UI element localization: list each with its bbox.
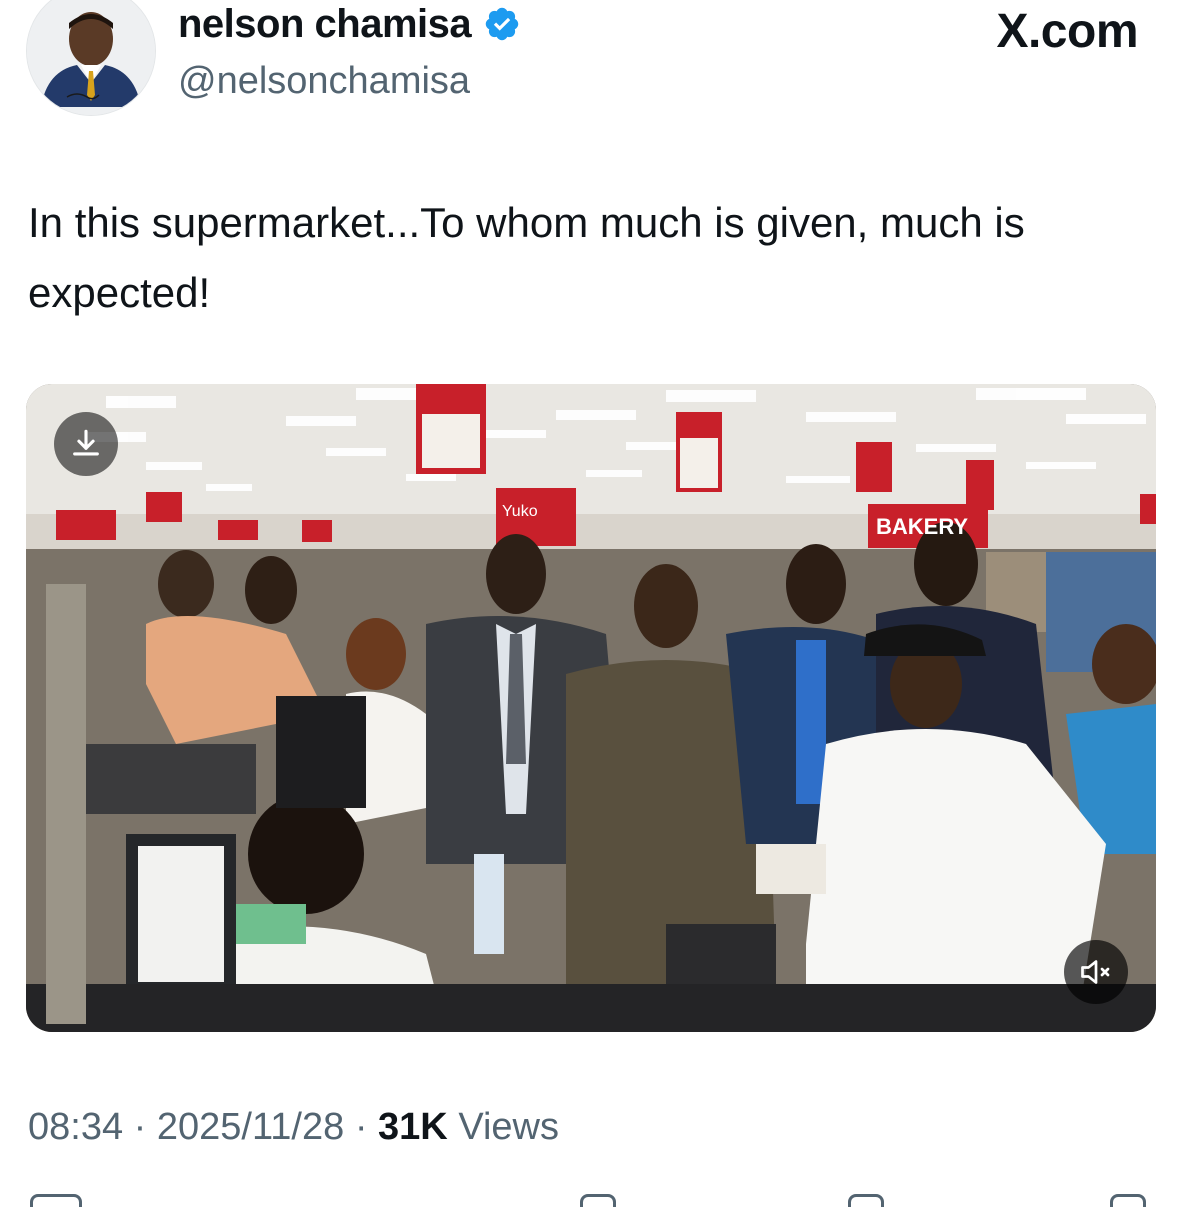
video-player[interactable]: Yuko BAKERY (26, 384, 1156, 1032)
store-sign-yuko: Yuko (502, 503, 538, 520)
verified-badge-icon (483, 5, 521, 43)
bookmark-icon[interactable] (848, 1194, 884, 1207)
speaker-muted-icon (1081, 960, 1110, 984)
like-icon[interactable] (580, 1194, 616, 1207)
author-handle[interactable]: @nelsonchamisa (178, 58, 470, 104)
x-site-label: X.com (996, 5, 1138, 58)
tweet-action-bar (0, 1188, 1182, 1207)
share-icon[interactable] (1110, 1194, 1146, 1207)
author-avatar[interactable] (26, 0, 156, 116)
views-count: 31K (378, 1106, 448, 1148)
download-button[interactable] (54, 412, 118, 476)
tweet-date[interactable]: 2025/11/28 (157, 1106, 344, 1148)
download-icon (73, 429, 99, 456)
tweet-text: In this supermarket...To whom much is gi… (28, 199, 1025, 316)
avatar-photo (27, 0, 155, 115)
store-sign-bakery: BAKERY (876, 514, 968, 539)
mute-toggle-button[interactable] (1064, 940, 1128, 1004)
meta-separator: · (354, 1106, 368, 1148)
meta-separator: · (133, 1106, 147, 1148)
tweet-time[interactable]: 08:34 (28, 1106, 123, 1148)
video-frame: Yuko BAKERY (26, 384, 1156, 1032)
author-name-row[interactable]: nelson chamisa (178, 0, 521, 48)
author-display-name[interactable]: nelson chamisa (178, 0, 472, 48)
tweet-meta: 08:34 · 2025/11/28 · 31K Views (28, 1102, 559, 1152)
reply-icon[interactable] (30, 1194, 82, 1207)
views-label: Views (458, 1106, 559, 1148)
